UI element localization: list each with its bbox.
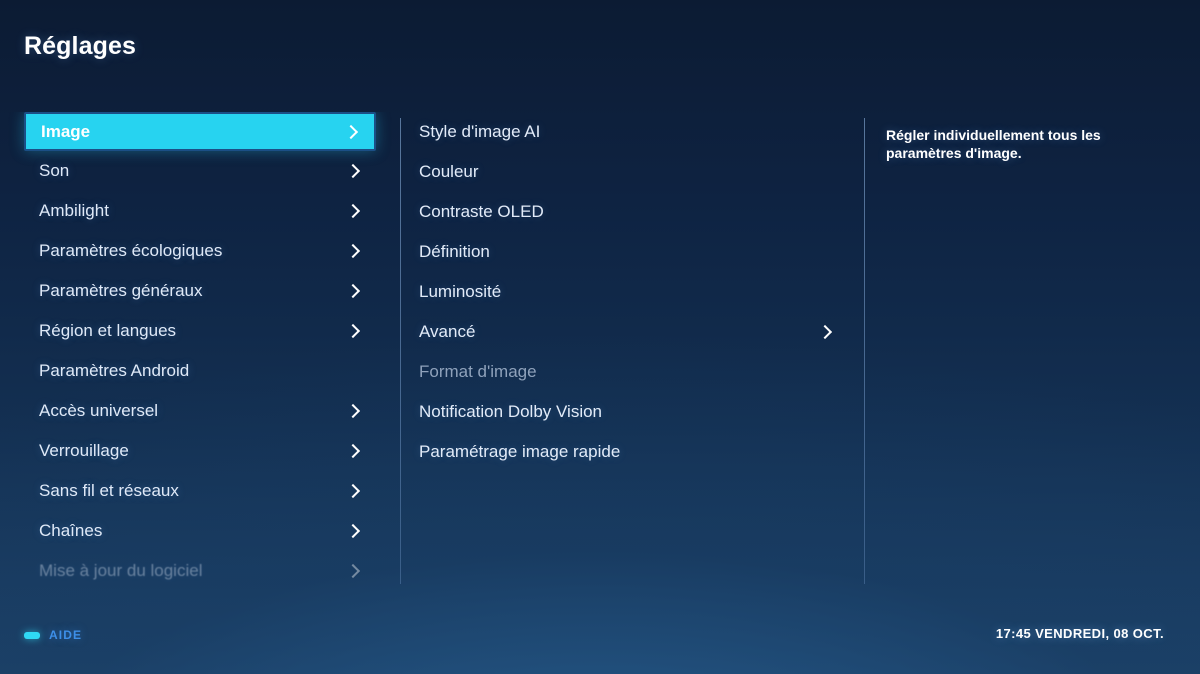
- sidebar-item-label: Verrouillage: [39, 441, 129, 460]
- sidebar-item-label: Image: [41, 121, 91, 141]
- chevron-right-icon: [346, 243, 362, 259]
- submenu-item: Format d'image: [400, 352, 864, 392]
- sidebar-item-label: Paramètres écologiques: [39, 241, 223, 260]
- submenu-item-label: Format d'image: [419, 362, 537, 381]
- info-panel: Régler individuellement tous les paramèt…: [864, 112, 1200, 582]
- submenu-item-label: Notification Dolby Vision: [419, 402, 602, 421]
- submenu-item-label: Paramétrage image rapide: [419, 442, 621, 461]
- sidebar-item-label: Mise à jour du logiciel: [39, 561, 203, 580]
- chevron-right-icon: [346, 203, 362, 219]
- chevron-right-icon: [346, 443, 362, 459]
- submenu-item-label: Style d'image AI: [419, 122, 541, 141]
- chevron-right-icon: [344, 124, 360, 140]
- bottom-bar: AIDE 17:45 VENDREDI, 08 OCT.: [0, 612, 1200, 674]
- sidebar-item[interactable]: Image: [24, 112, 376, 151]
- info-description: Régler individuellement tous les paramèt…: [886, 127, 1101, 162]
- chevron-right-icon: [346, 523, 362, 539]
- submenu-column[interactable]: Style d'image AI Couleur Contraste OLED Déf…: [400, 112, 864, 582]
- submenu-item[interactable]: Avancé: [400, 312, 864, 352]
- sidebar-item[interactable]: Paramètres généraux: [24, 271, 376, 311]
- sidebar-item[interactable]: Mise à jour du logiciel: [24, 551, 376, 582]
- submenu-item-label: Avancé: [419, 322, 476, 341]
- sidebar-item[interactable]: Accès universel: [24, 391, 376, 431]
- page-title: Réglages: [24, 32, 136, 60]
- sidebar-item-label: Paramètres généraux: [39, 281, 203, 300]
- chevron-right-icon: [818, 324, 834, 340]
- sidebar-item-label: Paramètres Android: [39, 361, 190, 380]
- sidebar-item-label: Chaînes: [39, 521, 103, 540]
- clock: 17:45 VENDREDI, 08 OCT.: [995, 626, 1164, 641]
- sidebar-item[interactable]: Paramètres écologiques: [24, 231, 376, 271]
- sidebar-item-label: Accès universel: [39, 401, 159, 420]
- chevron-right-icon: [346, 483, 362, 499]
- sidebar-item-label: Son: [39, 161, 70, 180]
- chevron-right-icon: [346, 283, 362, 299]
- submenu-item-label: Couleur: [419, 162, 479, 181]
- submenu-item[interactable]: Définition: [400, 232, 864, 272]
- tv-settings-screen: Réglages Image Son Ambilight Paramètres éco…: [0, 0, 1200, 674]
- chevron-right-icon: [346, 403, 362, 419]
- help-button[interactable]: AIDE: [24, 628, 82, 642]
- submenu-list: Style d'image AI Couleur Contraste OLED Déf…: [400, 112, 864, 472]
- sidebar-item[interactable]: Son: [24, 151, 376, 191]
- submenu-item[interactable]: Couleur: [400, 152, 864, 192]
- chevron-right-icon: [346, 163, 362, 179]
- sidebar-item[interactable]: Ambilight: [24, 191, 376, 231]
- sidebar-item[interactable]: Sans fil et réseaux: [24, 471, 376, 511]
- submenu-item-label: Définition: [419, 242, 490, 261]
- help-label: AIDE: [49, 628, 83, 642]
- chevron-right-icon: [346, 323, 362, 339]
- sidebar-item-label: Région et langues: [39, 321, 177, 340]
- remote-key-icon: [24, 631, 40, 639]
- sidebar-item[interactable]: Verrouillage: [24, 431, 376, 471]
- submenu-item[interactable]: Contraste OLED: [400, 192, 864, 232]
- sidebar-item-label: Ambilight: [39, 201, 109, 220]
- sidebar-list: Image Son Ambilight Paramètres écologiques P…: [0, 112, 400, 582]
- submenu-item[interactable]: Style d'image AI: [400, 112, 864, 152]
- settings-columns: Image Son Ambilight Paramètres écologiques P…: [0, 112, 1200, 584]
- submenu-item[interactable]: Notification Dolby Vision: [400, 392, 864, 432]
- submenu-item[interactable]: Paramétrage image rapide: [400, 432, 864, 472]
- submenu-item-label: Contraste OLED: [419, 202, 544, 221]
- sidebar-item[interactable]: Chaînes: [24, 511, 376, 551]
- submenu-item-label: Luminosité: [419, 282, 502, 301]
- sidebar-item-label: Sans fil et réseaux: [39, 481, 179, 500]
- sidebar-item[interactable]: Paramètres Android: [24, 351, 376, 391]
- chevron-right-icon: [346, 563, 362, 579]
- submenu-item[interactable]: Luminosité: [400, 272, 864, 312]
- settings-sidebar[interactable]: Image Son Ambilight Paramètres écologiques P…: [0, 112, 400, 582]
- sidebar-item[interactable]: Région et langues: [24, 311, 376, 351]
